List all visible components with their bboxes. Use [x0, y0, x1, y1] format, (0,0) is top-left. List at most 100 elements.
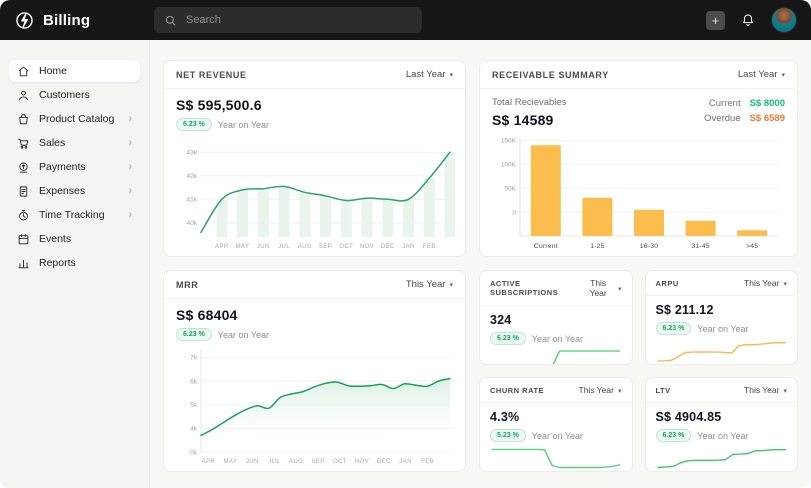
svg-text:Current: Current	[534, 243, 558, 250]
svg-text:0k: 0k	[190, 449, 198, 456]
sidebar-item-label: Events	[39, 233, 71, 245]
period-dropdown[interactable]: Last Year	[738, 69, 785, 80]
topbar-actions: +	[706, 7, 797, 33]
app-window: Billing + Home CustomersProduct CatalogSa…	[0, 0, 811, 488]
receivable-breakdown: Current S$ 8000 Overdue S$ 6589	[704, 97, 785, 124]
receivable-chart: 150K100K50K0Current1-2516-3031-45>45	[492, 133, 785, 251]
billing-logo-icon	[14, 10, 35, 31]
active-subscriptions-trend: 6.23 %Year on Year	[490, 332, 622, 345]
yoy-label: Year on Year	[532, 431, 583, 441]
yoy-badge: 5.23 %	[490, 429, 526, 442]
sidebar-item-reports[interactable]: Reports	[9, 252, 140, 274]
mrr-value: S$ 68404	[176, 307, 453, 323]
svg-text:DEC: DEC	[377, 459, 391, 465]
period-dropdown[interactable]: This Year	[744, 385, 787, 395]
notifications-bell-icon[interactable]	[740, 12, 756, 28]
sidebar-item-label: Time Tracking	[39, 209, 105, 221]
svg-text:NOV: NOV	[355, 459, 369, 465]
period-label: Last Year	[406, 69, 446, 80]
search-box[interactable]	[154, 7, 422, 33]
chevron-down-icon	[618, 283, 622, 293]
sidebar-item-payments[interactable]: Payments	[9, 156, 140, 178]
svg-text:43k: 43k	[187, 150, 198, 157]
svg-text:AUG: AUG	[289, 459, 303, 465]
svg-text:DEC: DEC	[381, 244, 395, 250]
ltv-card: LTVThis YearS$ 4904.856.23 %Year on Year	[645, 377, 799, 472]
chevron-right-icon	[129, 114, 132, 124]
svg-text:JUL: JUL	[278, 244, 290, 250]
svg-text:JAN: JAN	[402, 244, 415, 250]
svg-text:MAY: MAY	[236, 244, 250, 250]
mrr-chart: 7k6k5k4k0kAPRMAYJUNJULAUGSEPOCTNOVDECJAN…	[176, 344, 453, 466]
overdue-label: Overdue	[704, 113, 740, 124]
active-subscriptions-value: 324	[490, 313, 622, 327]
reports-icon	[17, 257, 30, 270]
overdue-value: S$ 6589	[750, 113, 785, 124]
yoy-label: Year on Year	[218, 330, 269, 340]
svg-text:AUG: AUG	[298, 244, 312, 250]
svg-text:MAY: MAY	[224, 459, 238, 465]
churn-rate-value: 4.3%	[490, 410, 622, 424]
svg-text:SEP: SEP	[311, 459, 324, 465]
period-label: This Year	[406, 279, 446, 290]
current-line: Current S$ 8000	[704, 98, 785, 109]
period-dropdown[interactable]: This Year	[582, 278, 621, 298]
sidebar-item-customers[interactable]: Customers	[9, 84, 140, 106]
current-value: S$ 8000	[750, 98, 785, 109]
yoy-badge: 6.23 %	[176, 118, 212, 131]
card-title: CHURN RATE	[490, 386, 544, 395]
mrr-trend: 6.23 % Year on Year	[176, 328, 453, 341]
user-avatar[interactable]	[771, 7, 797, 33]
arpu-header: ARPUThis Year	[646, 271, 798, 296]
period-dropdown[interactable]: This Year	[406, 279, 453, 290]
period-dropdown[interactable]: Last Year	[406, 69, 453, 80]
kpi-grid: ACTIVE SUBSCRIPTIONSThis Year3246.23 %Ye…	[479, 270, 798, 472]
sidebar-item-sales[interactable]: Sales	[9, 132, 140, 154]
sidebar-item-time-tracking[interactable]: Time Tracking	[9, 204, 140, 226]
sidebar-nav: Home CustomersProduct CatalogSalesPayment…	[0, 40, 150, 488]
svg-text:JUN: JUN	[246, 459, 259, 465]
card-title: NET REVENUE	[176, 70, 247, 80]
svg-text:APR: APR	[215, 244, 229, 250]
sidebar-item-events[interactable]: Events	[9, 228, 140, 250]
expenses-icon	[17, 185, 30, 198]
search-icon	[164, 14, 177, 27]
svg-text:42k: 42k	[187, 173, 198, 180]
active-subscriptions-card: ACTIVE SUBSCRIPTIONSThis Year3246.23 %Ye…	[479, 270, 633, 365]
svg-text:5k: 5k	[190, 402, 198, 409]
yoy-label: Year on Year	[697, 324, 748, 334]
chevron-down-icon	[783, 278, 787, 288]
chevron-down-icon	[618, 385, 622, 395]
sidebar-item-home[interactable]: Home	[9, 60, 140, 82]
svg-text:FEB: FEB	[421, 459, 434, 465]
ltv-sparkline	[656, 442, 788, 472]
sidebar-item-label: Home	[39, 65, 67, 77]
svg-text:OCT: OCT	[333, 459, 347, 465]
current-label: Current	[709, 98, 741, 109]
chevron-right-icon	[129, 162, 132, 172]
svg-text:16-30: 16-30	[640, 243, 658, 250]
topbar: Billing +	[0, 0, 811, 40]
chevron-right-icon	[129, 186, 132, 196]
ltv-header: LTVThis Year	[646, 378, 798, 403]
svg-text:6k: 6k	[190, 378, 198, 385]
svg-text:40k: 40k	[187, 220, 198, 227]
add-button[interactable]: +	[706, 11, 725, 30]
brand: Billing	[14, 10, 154, 31]
svg-text:7k: 7k	[190, 355, 198, 362]
arpu-value: S$ 211.12	[656, 303, 788, 317]
receivable-totals: Total Recievables S$ 14589 Current S$ 80…	[492, 97, 785, 128]
yoy-label: Year on Year	[218, 120, 269, 130]
period-dropdown[interactable]: This Year	[744, 278, 787, 288]
period-label: This Year	[582, 278, 614, 298]
yoy-label: Year on Year	[697, 431, 748, 441]
receivable-header: RECEIVABLE SUMMARY Last Year	[480, 61, 797, 89]
mrr-header: MRR This Year	[164, 271, 465, 299]
churn-rate-body: 4.3% 5.23 % Year on Year	[480, 403, 632, 471]
sidebar-item-product-catalog[interactable]: Product Catalog	[9, 108, 140, 130]
period-dropdown[interactable]: This Year	[579, 385, 622, 395]
chevron-down-icon	[449, 279, 453, 290]
mrr-body: S$ 68404 6.23 % Year on Year 7k6k5k4k0kA…	[164, 299, 465, 471]
search-input[interactable]	[184, 13, 412, 27]
sidebar-item-expenses[interactable]: Expenses	[9, 180, 140, 202]
